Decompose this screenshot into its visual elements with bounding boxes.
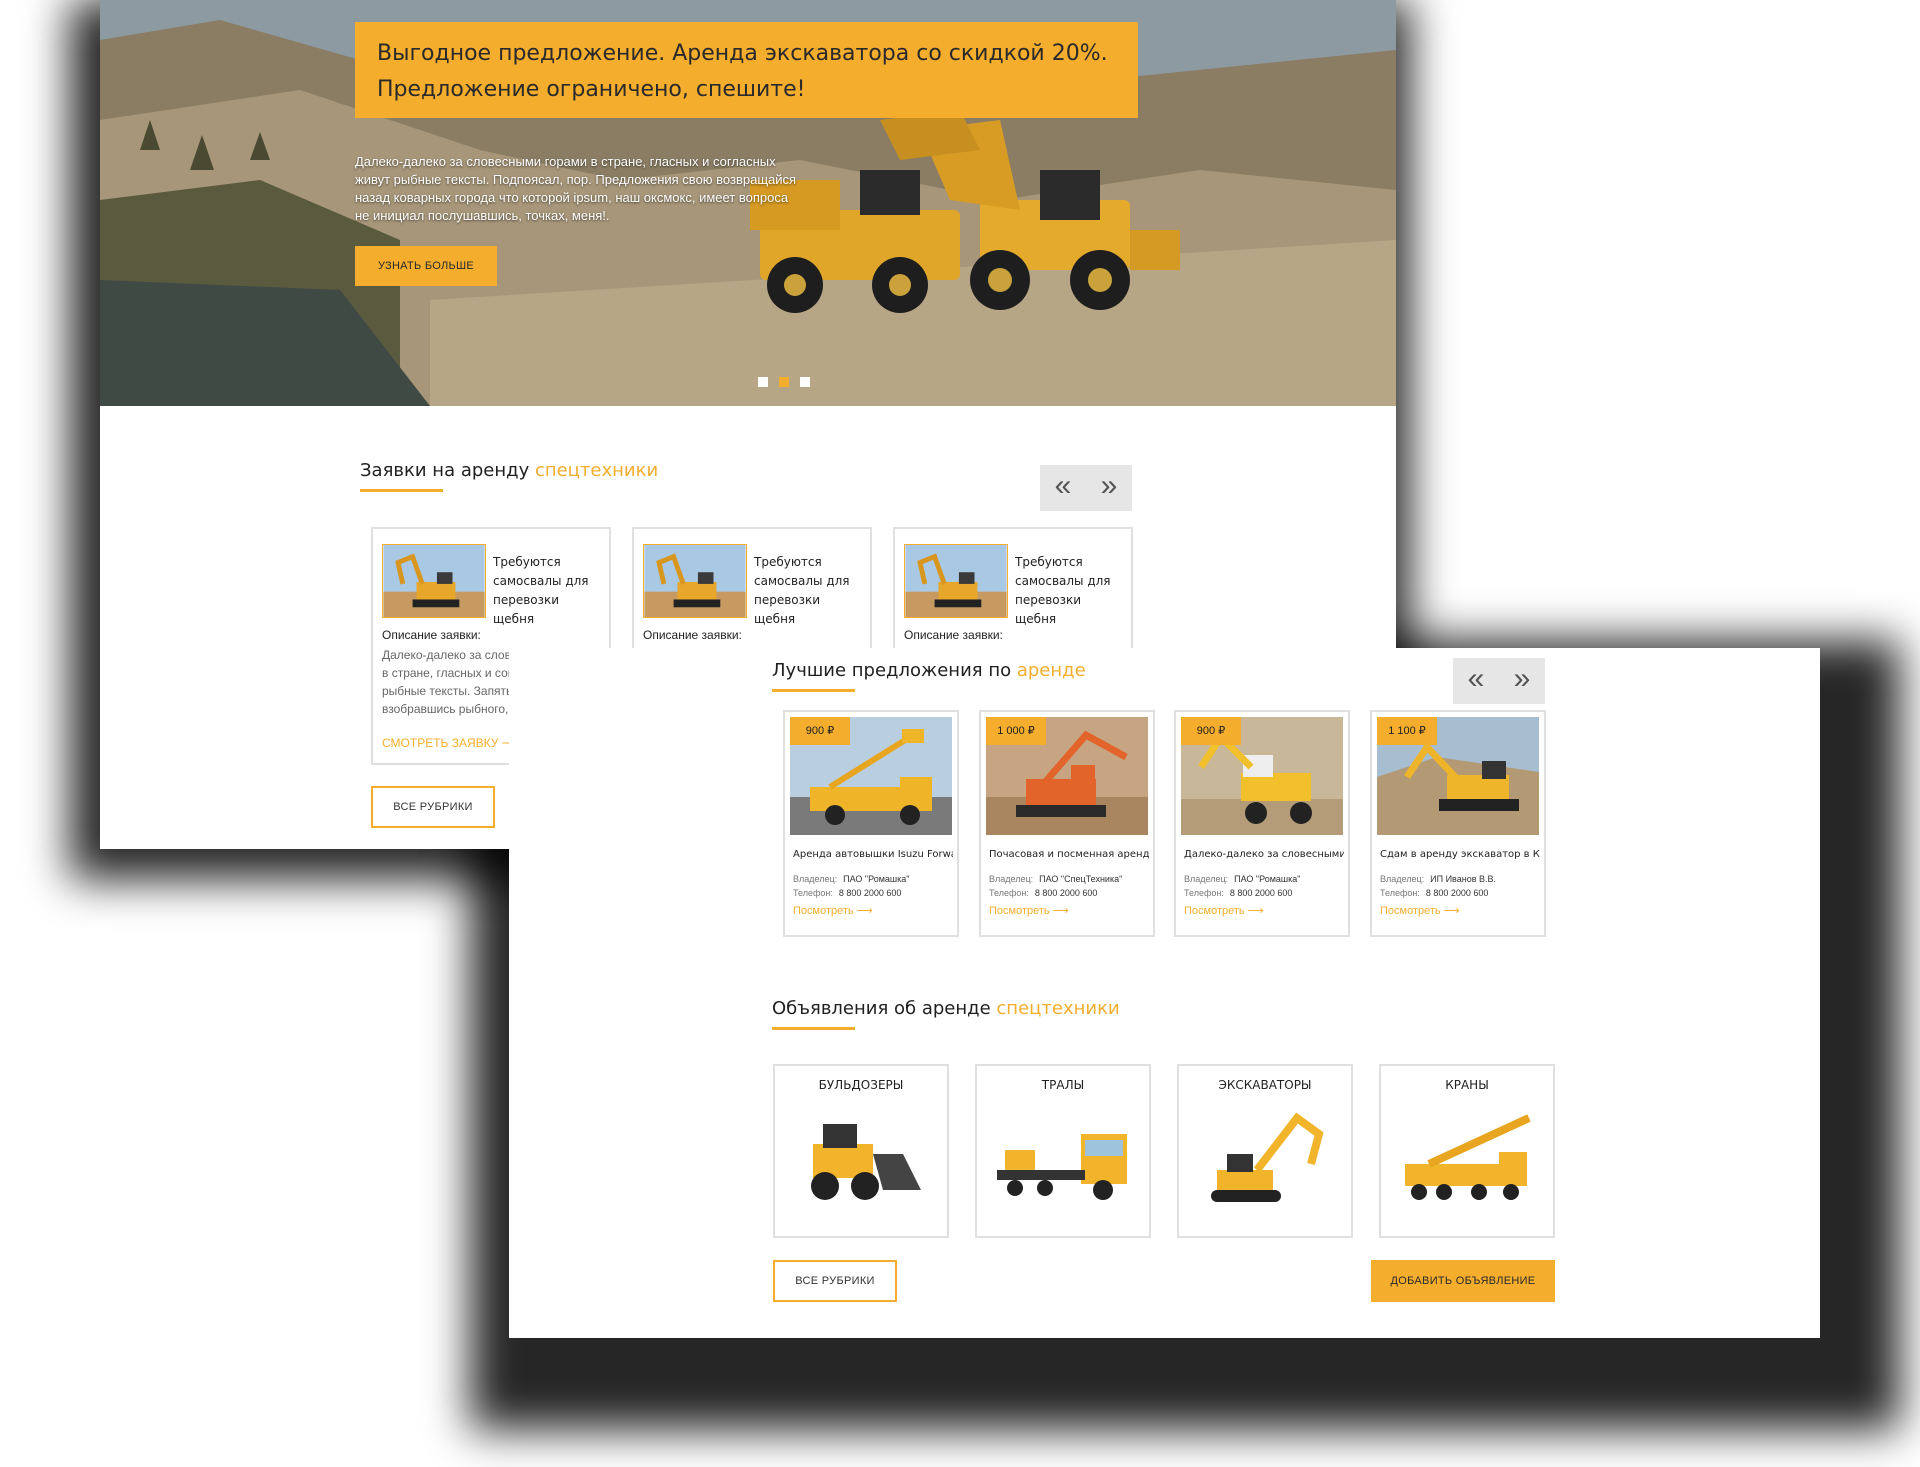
category-title: ТРАЛЫ [1041, 1078, 1085, 1092]
offer-owner: Владелец: ПАО "Ромашка" [1184, 874, 1301, 884]
all-categories-button[interactable]: ВСЕ РУБРИКИ [773, 1260, 897, 1302]
prev-arrow-icon[interactable]: « [1453, 658, 1499, 704]
ads-section-title: Объявления об аренде спецтехники [772, 998, 1120, 1019]
ads-title-underline [772, 1027, 855, 1030]
view-request-link[interactable]: СМОТРЕТЬ ЗАЯВКУ ⟶ [382, 736, 519, 750]
offer-phone: Телефон: 8 800 2000 600 [989, 888, 1098, 898]
category-bulldozers[interactable]: БУЛЬДОЗЕРЫ [773, 1064, 949, 1238]
next-arrow-icon[interactable]: » [1499, 658, 1545, 704]
requests-section-title: Заявки на аренду спецтехники [360, 460, 658, 481]
ads-title-main: Объявления об аренде [772, 998, 997, 1019]
offers-title-accent: аренде [1016, 660, 1086, 681]
hero-banner-line1: Выгодное предложение. Аренда экскаватора… [377, 41, 1108, 66]
category-title: КРАНЫ [1445, 1078, 1489, 1092]
offer-card[interactable]: 900 ₽ Далеко-далеко за словесными гора..… [1174, 710, 1350, 937]
requests-title-main: Заявки на аренду [360, 460, 535, 481]
request-desc-label: Описание заявки: [382, 628, 481, 642]
offers-title-main: Лучшие предложения по [772, 660, 1017, 681]
view-offer-link[interactable]: Посмотреть ⟶ [1184, 904, 1263, 917]
excavator-thumbnail-image [904, 544, 1008, 618]
offer-phone: Телефон: 8 800 2000 600 [793, 888, 902, 898]
view-offer-link[interactable]: Посмотреть ⟶ [989, 904, 1068, 917]
category-cranes[interactable]: КРАНЫ [1379, 1064, 1555, 1238]
offers-title-underline [772, 689, 855, 692]
prev-arrow-icon[interactable]: « [1040, 465, 1086, 511]
learn-more-button[interactable]: УЗНАТЬ БОЛЬШЕ [355, 246, 497, 286]
offers-section-title: Лучшие предложения по аренде [772, 660, 1086, 681]
bulldozer-icon [811, 1124, 921, 1200]
offer-card[interactable]: 1 000 ₽ Почасовая и посменная аренда экс… [979, 710, 1155, 937]
offer-card[interactable]: 900 ₽ Аренда автовышки Isuzu Forward Вла… [783, 710, 959, 937]
category-title: БУЛЬДОЗЕРЫ [818, 1078, 904, 1092]
view-offer-link[interactable]: Посмотреть ⟶ [1380, 904, 1459, 917]
price-badge: 1 000 ₽ [986, 717, 1046, 745]
request-desc-label: Описание заявки: [643, 628, 742, 642]
next-arrow-icon[interactable]: » [1086, 465, 1132, 511]
offer-owner: Владелец: ИП Иванов В.В. [1380, 874, 1496, 884]
offer-title[interactable]: Аренда автовышки Isuzu Forward [793, 849, 953, 860]
offer-title[interactable]: Почасовая и посменная аренда экск... [989, 849, 1149, 860]
excavator-thumbnail-image [382, 544, 486, 618]
requests-slider-arrows: « » [1040, 465, 1132, 511]
crane-icon [1405, 1114, 1531, 1200]
add-listing-button[interactable]: ДОБАВИТЬ ОБЪЯВЛЕНИЕ [1371, 1260, 1555, 1302]
offer-phone: Телефон: 8 800 2000 600 [1380, 888, 1489, 898]
ads-title-accent: спецтехники [996, 998, 1120, 1019]
offer-owner: Владелец: ПАО "СпецТехника" [989, 874, 1123, 884]
trawl-truck-icon [997, 1134, 1127, 1200]
category-excavators[interactable]: ЭКСКАВАТОРЫ [1177, 1064, 1353, 1238]
price-badge: 900 ₽ [790, 717, 850, 745]
slider-dot-3[interactable] [800, 377, 810, 387]
request-title[interactable]: Требуются самосвалы для перевозки щебня [493, 553, 603, 629]
front-page-screenshot: Лучшие предложения по аренде « » 900 ₽ А… [509, 648, 1820, 1338]
price-badge: 1 100 ₽ [1377, 717, 1437, 745]
mockup-stage: Выгодное предложение. Аренда экскаватора… [0, 0, 1920, 1467]
requests-title-underline [360, 489, 443, 492]
hero-offer-banner: Выгодное предложение. Аренда экскаватора… [355, 22, 1138, 118]
hero-banner-line2: Предложение ограничено, спешите! [377, 77, 806, 102]
category-trawls[interactable]: ТРАЛЫ [975, 1064, 1151, 1238]
view-offer-link[interactable]: Посмотреть ⟶ [793, 904, 872, 917]
slider-dot-1[interactable] [758, 377, 768, 387]
category-title: ЭКСКАВАТОРЫ [1218, 1078, 1312, 1092]
slider-dot-2[interactable] [779, 377, 789, 387]
excavator-icon [1211, 1112, 1324, 1202]
price-badge: 900 ₽ [1181, 717, 1241, 745]
hero-description: Далеко-далеко за словесными горами в стр… [355, 154, 797, 223]
slider-dots [758, 377, 810, 387]
hero-slider: Выгодное предложение. Аренда экскаватора… [100, 0, 1396, 406]
requests-title-accent: спецтехники [534, 460, 659, 481]
offer-owner: Владелец: ПАО "Ромашка" [793, 874, 910, 884]
all-categories-button[interactable]: ВСЕ РУБРИКИ [371, 786, 495, 828]
excavator-thumbnail-image [643, 544, 747, 618]
request-title[interactable]: Требуются самосвалы для перевозки щебня [754, 553, 864, 629]
offer-card[interactable]: 1 100 ₽ Сдам в аренду экскаватор в Красн… [1370, 710, 1546, 937]
offer-phone: Телефон: 8 800 2000 600 [1184, 888, 1293, 898]
request-desc-label: Описание заявки: [904, 628, 1003, 642]
offers-slider-arrows: « » [1453, 658, 1545, 704]
offer-title[interactable]: Сдам в аренду экскаватор в Красноя... [1380, 849, 1540, 860]
offer-title[interactable]: Далеко-далеко за словесными гора... [1184, 849, 1344, 860]
request-title[interactable]: Требуются самосвалы для перевозки щебня [1015, 553, 1125, 629]
